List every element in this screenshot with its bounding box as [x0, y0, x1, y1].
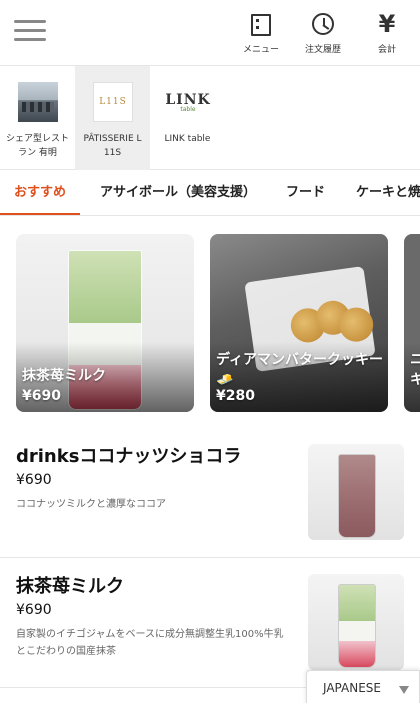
tab-cakes[interactable]: ケーキと焼 [356, 170, 420, 215]
item-thumbnail [308, 574, 404, 670]
featured-name: ニキ [410, 352, 420, 388]
language-selector[interactable]: JAPANESE [306, 670, 420, 703]
order-history-nav-label: 注文履歴 [304, 45, 341, 55]
order-history-nav-button[interactable]: 注文履歴 [298, 10, 348, 58]
shop-name: PÂTISSERIE L 11S [83, 134, 142, 158]
shop-option-share-restaurant[interactable]: シェア型レストラン 有明 [0, 66, 75, 170]
shop-selector: シェア型レストラン 有明 L11S PÂTISSERIE L 11S LINK … [0, 66, 420, 170]
hamburger-line [14, 20, 46, 23]
menu-nav-button[interactable]: メニュー [236, 10, 286, 58]
item-price: ¥690 [16, 472, 52, 488]
shop-option-patisserie[interactable]: L11S PÂTISSERIE L 11S [75, 66, 150, 170]
hamburger-menu-icon[interactable] [14, 18, 46, 44]
hamburger-line [14, 29, 46, 32]
item-thumbnail [308, 444, 404, 540]
caret-down-icon [399, 686, 409, 694]
menu-icon [236, 10, 286, 38]
item-description: 自家製のイチゴジャムをベースに成分無調整生乳100%牛乳とこだわりの国産抹茶 [16, 629, 284, 657]
menu-icon-shape [251, 14, 271, 36]
featured-card[interactable]: ディアマンバタークッキー🧈 ¥280 [210, 234, 388, 412]
shop-name: シェア型レストラン 有明 [5, 134, 69, 158]
bill-nav-label: 会計 [377, 45, 396, 55]
category-tabs: おすすめ アサイボール（美容支援） フード ケーキと焼 [0, 170, 420, 216]
featured-card[interactable]: ニキ [404, 234, 420, 412]
history-icon [298, 10, 348, 38]
item-name: drinksココナッツショコラ [16, 446, 242, 467]
shop-logo-subtext: table [180, 105, 196, 113]
history-icon-shape [312, 13, 334, 35]
featured-price: ¥280 [216, 388, 255, 404]
item-description: ココナッツミルクと濃厚なココア [16, 499, 166, 510]
featured-price: ¥690 [22, 388, 61, 404]
shop-logo: L11S [93, 82, 133, 122]
product-image [338, 454, 376, 538]
featured-card[interactable]: 抹茶苺ミルク ¥690 [16, 234, 194, 412]
hamburger-line [14, 38, 46, 41]
menu-list-item[interactable]: 抹茶苺ミルク ¥690 自家製のイチゴジャムをベースに成分無調整生乳100%牛乳… [0, 558, 420, 688]
shop-logo: LINK table [165, 82, 210, 122]
language-label: JAPANESE [323, 681, 381, 695]
tab-acai-bowl[interactable]: アサイボール（美容支援） [100, 170, 256, 215]
top-header: メニュー 注文履歴 ¥ 会計 [0, 0, 420, 66]
shop-thumbnail [18, 82, 58, 122]
menu-nav-label: メニュー [242, 45, 279, 55]
product-image [338, 584, 376, 668]
featured-name: ディアマンバタークッキー🧈 [216, 352, 384, 388]
yen-glyph: ¥ [378, 10, 396, 38]
menu-list-item[interactable]: drinksココナッツショコラ ¥690 ココナッツミルクと濃厚なココア [0, 428, 420, 558]
bill-nav-button[interactable]: ¥ 会計 [362, 10, 412, 58]
shop-option-link-table[interactable]: LINK table LINK table [150, 66, 225, 170]
featured-name: 抹茶苺ミルク [22, 368, 106, 384]
item-price: ¥690 [16, 602, 52, 618]
tab-food[interactable]: フード [286, 170, 325, 215]
yen-icon: ¥ [362, 10, 412, 38]
shop-name: LINK table [164, 134, 211, 144]
featured-carousel: 抹茶苺ミルク ¥690 ディアマンバタークッキー🧈 ¥280 ニキ [0, 234, 420, 412]
item-name: 抹茶苺ミルク [16, 576, 124, 597]
tab-recommended[interactable]: おすすめ [0, 170, 81, 215]
